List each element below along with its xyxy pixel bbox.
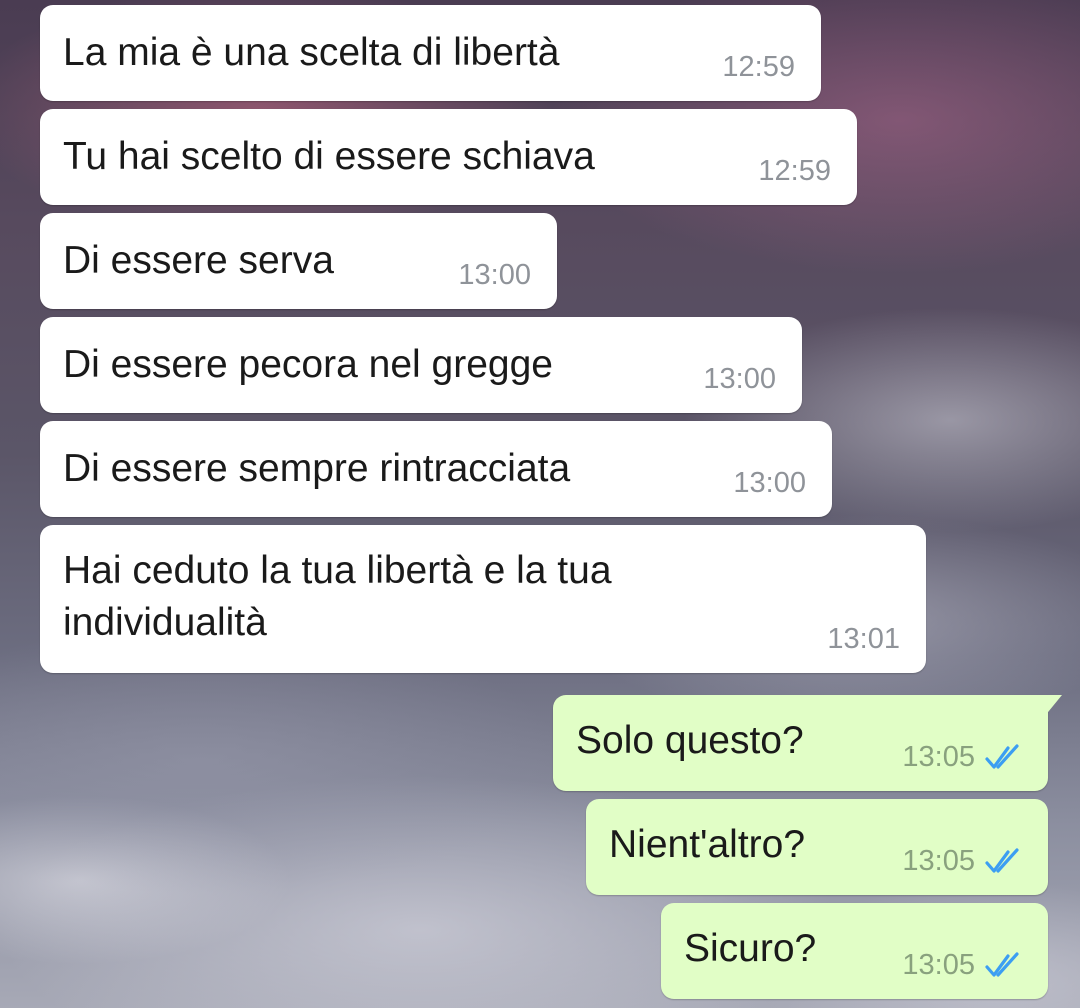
message-bubble-incoming[interactable]: Di essere sempre rintracciata 13:00 bbox=[40, 421, 832, 517]
double-check-read-icon bbox=[985, 848, 1019, 873]
message-timestamp: 13:05 bbox=[902, 845, 975, 877]
message-timestamp: 13:01 bbox=[827, 623, 900, 655]
message-bubble-incoming[interactable]: Hai ceduto la tua libertà e la tua indiv… bbox=[40, 525, 926, 673]
message-text: Di essere serva bbox=[63, 239, 334, 282]
message-timestamp: 12:59 bbox=[758, 155, 831, 187]
double-check-read-icon bbox=[985, 744, 1019, 769]
bubble-tail bbox=[1044, 695, 1062, 717]
message-bubble-outgoing[interactable]: Nient'altro? 13:05 bbox=[586, 799, 1048, 895]
message-bubble-incoming[interactable]: Di essere serva 13:00 bbox=[40, 213, 557, 309]
message-timestamp: 13:05 bbox=[902, 741, 975, 773]
message-timestamp: 13:00 bbox=[458, 259, 531, 291]
message-text: Di essere pecora nel gregge bbox=[63, 343, 553, 386]
message-bubble-incoming[interactable]: La mia è una scelta di libertà 12:59 bbox=[40, 5, 821, 101]
message-timestamp: 12:59 bbox=[722, 51, 795, 83]
message-bubble-incoming[interactable]: Tu hai scelto di essere schiava 12:59 bbox=[40, 109, 857, 205]
message-timestamp: 13:00 bbox=[703, 363, 776, 395]
message-text: Sicuro? bbox=[684, 927, 817, 970]
message-text: Tu hai scelto di essere schiava bbox=[63, 135, 595, 178]
message-bubble-outgoing[interactable]: Solo questo? 13:05 bbox=[553, 695, 1062, 791]
message-timestamp: 13:00 bbox=[733, 467, 806, 499]
message-text: Nient'altro? bbox=[609, 823, 806, 866]
message-text: Solo questo? bbox=[576, 719, 804, 762]
message-text: Di essere sempre rintracciata bbox=[63, 447, 571, 490]
message-bubble-incoming[interactable]: Di essere pecora nel gregge 13:00 bbox=[40, 317, 802, 413]
message-timestamp: 13:05 bbox=[902, 949, 975, 981]
message-bubble-outgoing[interactable]: Sicuro? 13:05 bbox=[661, 903, 1048, 999]
message-text: La mia è una scelta di libertà bbox=[63, 31, 560, 74]
message-text: Hai ceduto la tua libertà e la tua indiv… bbox=[63, 549, 612, 644]
double-check-read-icon bbox=[985, 952, 1019, 977]
